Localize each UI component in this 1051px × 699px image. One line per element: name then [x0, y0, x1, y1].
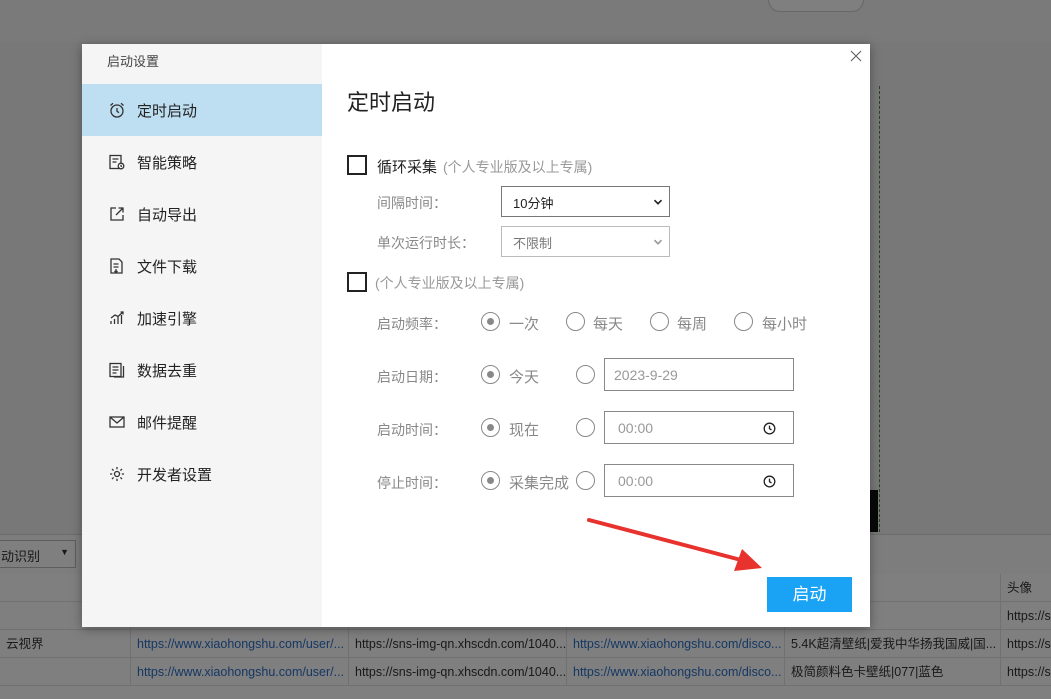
run-duration-label: 单次运行时长：: [377, 235, 475, 251]
sidebar-item-label: 定时启动: [137, 102, 198, 120]
start-date-value: 2023-9-29: [614, 367, 678, 383]
mail-icon: [108, 413, 126, 431]
start-date-input[interactable]: 2023-9-29: [604, 358, 794, 391]
sidebar-item-label: 开发者设置: [137, 466, 213, 484]
loop-collect-note: (个人专业版及以上专属): [443, 159, 593, 175]
loop-collect-label: 循环采集 (个人专业版及以上专属): [377, 156, 592, 177]
start-time-radio-custom[interactable]: [576, 418, 595, 437]
sidebar-item-label: 邮件提醒: [137, 414, 198, 432]
stop-time-value: 00:00: [618, 473, 654, 489]
start-time-now-label: 现在: [509, 422, 540, 439]
scheduled-start-checkbox[interactable]: [347, 272, 367, 292]
stop-time-label: 停止时间：: [377, 475, 447, 491]
launch-settings-dialog: 启动设置 定时启动 智能策略 自动导出 文件下载 加速引擎 数据去重 邮件提醒 …: [82, 44, 870, 627]
chevron-down-icon: [653, 197, 663, 207]
sidebar-item-mail-reminder[interactable]: 邮件提醒: [82, 396, 322, 448]
file-download-icon: [108, 257, 126, 275]
start-button[interactable]: 启动: [767, 577, 852, 612]
sidebar-item-developer-settings[interactable]: 开发者设置: [82, 448, 322, 500]
sidebar-item-label: 文件下载: [137, 258, 198, 276]
loop-collect-checkbox[interactable]: [347, 155, 367, 175]
frequency-radio-weekly[interactable]: [650, 312, 669, 331]
start-date-radio-today[interactable]: [481, 365, 500, 384]
stop-time-radio-done[interactable]: [481, 471, 500, 490]
frequency-radio-hourly[interactable]: [734, 312, 753, 331]
clock-icon[interactable]: [763, 475, 776, 488]
alarm-clock-icon: [108, 101, 126, 119]
sidebar-item-label: 智能策略: [137, 154, 198, 172]
frequency-once-label: 一次: [509, 316, 540, 333]
gear-icon: [108, 465, 126, 483]
start-date-today-label: 今天: [509, 369, 540, 386]
run-duration-select-value: 不限制: [513, 236, 553, 251]
sidebar-item-label: 加速引擎: [137, 310, 198, 328]
frequency-radio-once[interactable]: [481, 312, 500, 331]
clock-icon[interactable]: [763, 422, 776, 435]
interval-select-value: 10分钟: [513, 196, 554, 211]
stop-time-radio-custom[interactable]: [576, 471, 595, 490]
export-icon: [108, 205, 126, 223]
start-date-radio-custom[interactable]: [576, 365, 595, 384]
page-title: 定时启动: [347, 90, 436, 115]
start-time-label: 启动时间：: [377, 422, 447, 438]
sidebar-title: 启动设置: [107, 54, 160, 69]
settings-nav: 定时启动 智能策略 自动导出 文件下载 加速引擎 数据去重 邮件提醒 开发者设置: [82, 84, 322, 500]
run-duration-select[interactable]: 不限制: [501, 226, 670, 257]
interval-label: 间隔时间：: [377, 195, 447, 211]
interval-select[interactable]: 10分钟: [501, 186, 670, 217]
dedupe-list-icon: [108, 361, 126, 379]
start-time-input[interactable]: 00:00: [604, 411, 794, 444]
loop-collect-text: 循环采集: [377, 159, 438, 176]
sidebar-item-auto-export[interactable]: 自动导出: [82, 188, 322, 240]
frequency-hourly-label: 每小时: [762, 316, 808, 333]
start-date-label: 启动日期：: [377, 369, 447, 385]
chevron-down-icon: [653, 237, 663, 247]
sidebar-item-label: 数据去重: [137, 362, 198, 380]
sidebar-item-data-dedupe[interactable]: 数据去重: [82, 344, 322, 396]
frequency-weekly-label: 每周: [677, 316, 708, 333]
sidebar-item-accelerate-engine[interactable]: 加速引擎: [82, 292, 322, 344]
frequency-label: 启动频率：: [377, 316, 447, 332]
sidebar-item-label: 自动导出: [137, 206, 198, 224]
sidebar-item-file-download[interactable]: 文件下载: [82, 240, 322, 292]
strategy-doc-icon: [108, 153, 126, 171]
frequency-radio-daily[interactable]: [566, 312, 585, 331]
start-time-radio-now[interactable]: [481, 418, 500, 437]
start-time-value: 00:00: [618, 420, 654, 436]
stop-time-done-label: 采集完成: [509, 475, 570, 492]
frequency-daily-label: 每天: [593, 316, 624, 333]
scheduled-start-note-text: (个人专业版及以上专属): [375, 275, 525, 291]
sidebar-item-smart-strategy[interactable]: 智能策略: [82, 136, 322, 188]
accelerate-chart-icon: [108, 309, 126, 327]
settings-sidebar: 启动设置 定时启动 智能策略 自动导出 文件下载 加速引擎 数据去重 邮件提醒 …: [82, 44, 322, 627]
scheduled-start-note: (个人专业版及以上专属): [375, 273, 524, 293]
stop-time-input[interactable]: 00:00: [604, 464, 794, 497]
sidebar-item-scheduled-start[interactable]: 定时启动: [82, 84, 322, 136]
settings-content: 定时启动 循环采集 (个人专业版及以上专属) 间隔时间： 10分钟 单次运行时长：…: [322, 44, 870, 627]
